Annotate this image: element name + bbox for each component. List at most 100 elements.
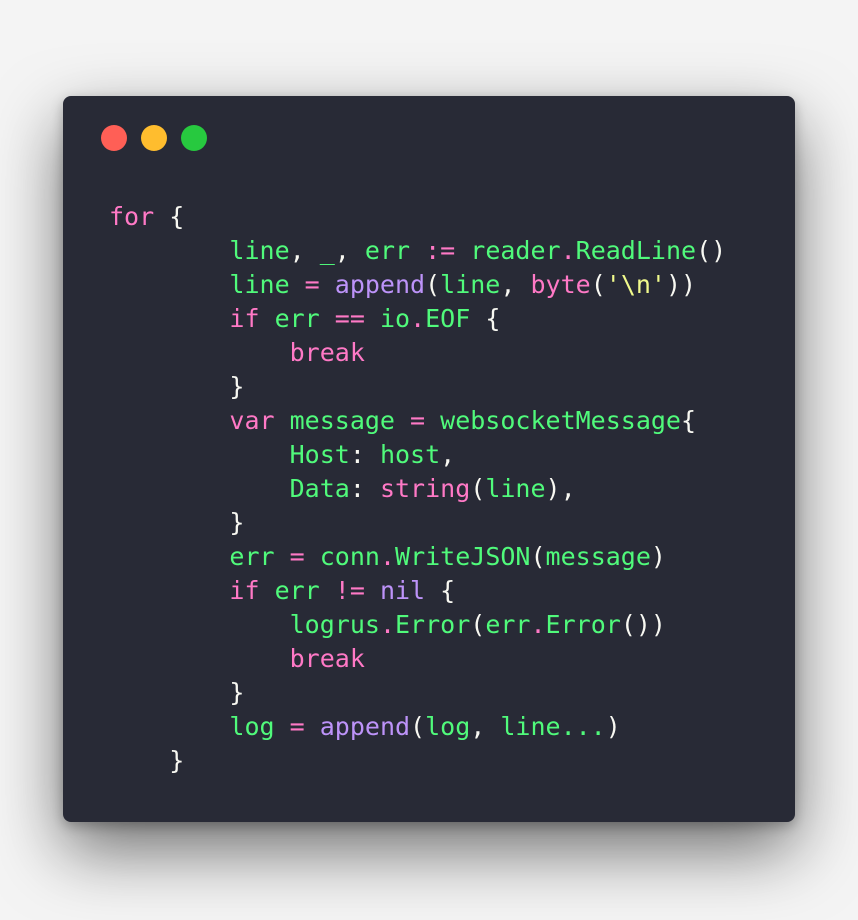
punctuation-token: } [109, 746, 185, 775]
identifier-token: Error [545, 610, 621, 639]
identifier-token: conn [319, 542, 380, 571]
identifier-token: WriteJSON [395, 542, 531, 571]
code-line: line = append(line, byte('\n')) [109, 268, 726, 302]
identifier-token: message [545, 542, 651, 571]
window-controls [101, 125, 207, 151]
punctuation-token: ( [470, 474, 486, 503]
code-line: Host: host, [109, 438, 726, 472]
keyword-token: if [109, 304, 260, 333]
operator-token: = [289, 270, 335, 299]
punctuation-token: ()) [620, 610, 666, 639]
code-line: } [109, 744, 726, 778]
punctuation-token: } [109, 508, 245, 537]
punctuation-token: ( [470, 610, 486, 639]
punctuation-token: , [470, 712, 501, 741]
punctuation-token: ( [530, 542, 546, 571]
punctuation-token: ) [650, 542, 666, 571]
identifier-token: line... [500, 712, 606, 741]
punctuation-token: ( [590, 270, 606, 299]
identifier-token: err [109, 542, 275, 571]
punctuation-token: , [289, 236, 320, 265]
identifier-token: line [109, 270, 290, 299]
identifier-token: Data [109, 474, 350, 503]
punctuation-token: { [425, 576, 456, 605]
punctuation-token: } [109, 372, 245, 401]
identifier-token: websocketMessage [440, 406, 681, 435]
identifier-token: Host [109, 440, 350, 469]
identifier-token: reader [470, 236, 561, 265]
punctuation-token: ), [545, 474, 576, 503]
punctuation-token: { [680, 406, 697, 435]
builtin-token: append [334, 270, 426, 299]
identifier-token: EOF [425, 304, 471, 333]
operator-token: == [319, 304, 380, 333]
code-line: Data: string(line), [109, 472, 726, 506]
operator-token: . [410, 304, 426, 333]
identifier-token: _ [319, 236, 335, 265]
code-line: break [109, 642, 726, 676]
identifier-token: line [440, 270, 501, 299]
keyword-token: for [109, 202, 155, 231]
code-line: line, _, err := reader.ReadLine() [109, 234, 726, 268]
keyword-token: var [109, 406, 275, 435]
operator-token: := [410, 236, 471, 265]
identifier-token: err [485, 610, 531, 639]
punctuation-token: ( [425, 270, 441, 299]
keyword-token: break [109, 338, 365, 367]
operator-token: . [379, 610, 395, 639]
code-line: log = append(log, line...) [109, 710, 726, 744]
identifier-token: log [425, 712, 471, 741]
code-line: if err == io.EOF { [109, 302, 726, 336]
code-line: if err != nil { [109, 574, 726, 608]
operator-token: . [560, 236, 576, 265]
code-line: for { [109, 200, 726, 234]
code-block: for { line, _, err := reader.ReadLine() … [109, 200, 726, 778]
maximize-button[interactable] [181, 125, 207, 151]
operator-token: . [530, 610, 546, 639]
code-line: } [109, 370, 726, 404]
minimize-button[interactable] [141, 125, 167, 151]
punctuation-token: )) [665, 270, 697, 299]
code-line: var message = websocketMessage{ [109, 404, 726, 438]
code-line: logrus.Error(err.Error()) [109, 608, 726, 642]
builtin-token: append [319, 712, 411, 741]
string-token: '\n' [605, 270, 666, 299]
identifier-token: io [379, 304, 411, 333]
punctuation-token: , [500, 270, 531, 299]
punctuation-token: , [440, 440, 456, 469]
code-line: } [109, 506, 726, 540]
code-line: } [109, 676, 726, 710]
operator-token: = [274, 712, 320, 741]
keyword-token: byte [530, 270, 591, 299]
identifier-token: err [364, 236, 411, 265]
operator-token: = [395, 406, 441, 435]
identifier-token: message [274, 406, 395, 435]
identifier-token: log [109, 712, 275, 741]
identifier-token: err [259, 304, 320, 333]
builtin-token: nil [379, 576, 426, 605]
keyword-token: break [109, 644, 365, 673]
close-button[interactable] [101, 125, 127, 151]
punctuation-token: , [334, 236, 365, 265]
punctuation-token: { [470, 304, 501, 333]
identifier-token: logrus [109, 610, 380, 639]
identifier-token: Error [395, 610, 471, 639]
identifier-token: line [485, 474, 546, 503]
keyword-token: if [109, 576, 260, 605]
operator-token: . [379, 542, 396, 571]
operator-token: != [319, 576, 380, 605]
identifier-token: err [259, 576, 320, 605]
keyword-token: string [379, 474, 471, 503]
punctuation-token: : [349, 440, 380, 469]
identifier-token: ReadLine [575, 236, 697, 265]
punctuation-token: { [154, 202, 185, 231]
punctuation-token: } [109, 678, 245, 707]
code-line: break [109, 336, 726, 370]
punctuation-token: ) [605, 712, 621, 741]
operator-token: = [274, 542, 320, 571]
punctuation-token: ( [410, 712, 426, 741]
punctuation-token: : [349, 474, 380, 503]
punctuation-token: () [696, 236, 727, 265]
code-window: for { line, _, err := reader.ReadLine() … [63, 96, 795, 822]
code-line: err = conn.WriteJSON(message) [109, 540, 726, 574]
